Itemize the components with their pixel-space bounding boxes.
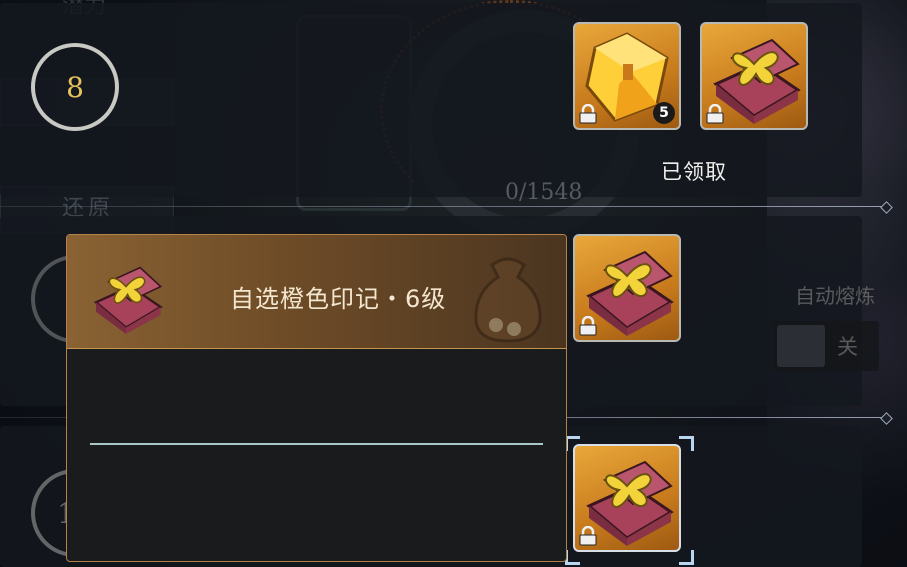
selection-corner bbox=[679, 550, 694, 565]
toggle-state-text: 关 bbox=[837, 335, 858, 359]
game-screen: 潜力 还原 0/1548 8 10 5 bbox=[0, 0, 907, 567]
gift-box-icon bbox=[93, 266, 163, 334]
claimed-status-label: 已领取 bbox=[661, 160, 727, 184]
tooltip-item-title: 自选橙色印记・6级 bbox=[230, 285, 447, 313]
tooltip-header: 自选橙色印记・6级 bbox=[67, 235, 566, 349]
reward-slot[interactable]: 5 bbox=[573, 22, 681, 130]
background-progress-text: 0/1548 bbox=[505, 180, 583, 205]
row-divider bbox=[0, 206, 885, 207]
tooltip-divider bbox=[90, 443, 543, 445]
lock-icon bbox=[579, 316, 597, 336]
pouch-icon bbox=[474, 257, 542, 343]
level-badge: 8 bbox=[31, 43, 119, 131]
selection-corner bbox=[679, 436, 694, 451]
lock-icon bbox=[579, 104, 597, 124]
auto-smelt-toggle[interactable]: 关 bbox=[773, 321, 879, 371]
lock-icon bbox=[706, 104, 724, 124]
reward-slot[interactable] bbox=[573, 234, 681, 342]
item-tooltip: 自选橙色印记・6级 bbox=[66, 234, 567, 562]
reward-slot[interactable] bbox=[700, 22, 808, 130]
selection-corner bbox=[565, 550, 580, 565]
item-count-badge: 5 bbox=[653, 102, 675, 124]
reward-slot-selected[interactable] bbox=[573, 444, 681, 552]
auto-smelt-label: 自动熔炼 bbox=[795, 284, 875, 308]
lock-icon bbox=[579, 526, 597, 546]
toggle-knob bbox=[777, 325, 825, 367]
